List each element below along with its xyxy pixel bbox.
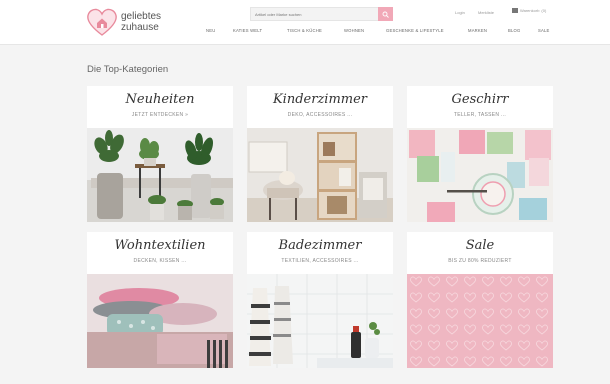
cart-link[interactable]: Warenkorb (0)	[512, 8, 546, 13]
nav-item-neu[interactable]: NEU	[206, 28, 215, 33]
tile-title: Sale	[465, 238, 495, 253]
tile-title: Neuheiten	[125, 92, 195, 107]
nav-item-katies-welt[interactable]: KATIES WELT	[233, 28, 262, 33]
category-tile-badezimmer[interactable]: Badezimmer TEXTILIEN, ACCESSOIRES ...	[247, 232, 393, 368]
brand-name-line2: zuhause	[121, 22, 159, 33]
category-tile-neuheiten[interactable]: Neuheiten JETZT ENTDECKEN »	[87, 86, 233, 222]
search-input[interactable]	[255, 8, 373, 20]
tableware-photo	[407, 128, 553, 222]
tile-title: Wohntextilien	[114, 238, 206, 253]
tile-subtitle: DEKO, ACCESSOIRES ...	[287, 112, 353, 118]
cart-label: Warenkorb	[520, 8, 540, 13]
category-tile-kinderzimmer[interactable]: Kinderzimmer DEKO, ACCESSOIRES ...	[247, 86, 393, 222]
search-button[interactable]	[378, 7, 393, 21]
tile-subtitle: TELLER, TASSEN ...	[453, 112, 507, 118]
plants-photo	[87, 128, 233, 222]
search-box	[250, 7, 382, 21]
logo[interactable]: geliebtes zuhause	[86, 7, 182, 39]
kids-room-photo	[247, 128, 393, 222]
nav-item-marken[interactable]: MARKEN	[468, 28, 487, 33]
search-icon	[382, 11, 389, 18]
tile-title: Kinderzimmer	[272, 92, 368, 107]
nav-item-sale[interactable]: SALE	[538, 28, 550, 33]
cart-count: (0)	[541, 8, 547, 13]
tile-subtitle: DECKEN, KISSEN ...	[133, 258, 187, 264]
bathroom-photo	[247, 274, 393, 368]
category-tile-geschirr[interactable]: Geschirr TELLER, TASSEN ...	[407, 86, 553, 222]
nav-item-geschenke[interactable]: GESCHENKE & LIFESTYLE	[386, 28, 444, 33]
site-header: geliebtes zuhause Login Merkliste Warenk…	[0, 0, 610, 45]
tile-subtitle: BIS ZU 80% REDUZIERT	[448, 258, 512, 264]
nav-item-wohnen[interactable]: WOHNEN	[344, 28, 364, 33]
textiles-photo	[87, 274, 233, 368]
tile-title: Geschirr	[451, 92, 509, 107]
page-title: Die Top-Kategorien	[87, 64, 169, 75]
tile-subtitle: TEXTILIEN, ACCESSOIRES ...	[281, 258, 359, 264]
brand-name-line1: geliebtes	[121, 11, 162, 22]
wishlist-link[interactable]: Merkliste	[478, 10, 494, 15]
nav-item-tisch-kueche[interactable]: TISCH & KÜCHE	[287, 28, 322, 33]
sale-pattern	[407, 274, 553, 368]
tile-subtitle: JETZT ENTDECKEN »	[131, 112, 189, 118]
category-tile-wohntextilien[interactable]: Wohntextilien DECKEN, KISSEN ...	[87, 232, 233, 368]
cart-icon	[512, 8, 518, 13]
heart-logo-icon	[87, 8, 117, 36]
category-tile-sale[interactable]: Sale BIS ZU 80% REDUZIERT	[407, 232, 553, 368]
login-link[interactable]: Login	[455, 10, 465, 15]
nav-item-blog[interactable]: BLOG	[508, 28, 520, 33]
tile-title: Badezimmer	[278, 238, 362, 253]
